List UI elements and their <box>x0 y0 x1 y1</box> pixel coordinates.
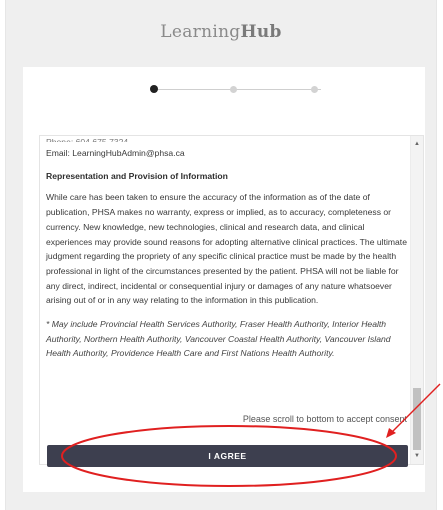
learninghub-logo: LearningHub <box>6 22 436 42</box>
scroll-down-arrow-icon[interactable]: ▼ <box>411 450 423 462</box>
step-3-dot <box>311 86 318 93</box>
scroll-instruction: Please scroll to bottom to accept consen… <box>242 414 407 424</box>
disclaimer-paragraph: While care has been taken to ensure the … <box>46 192 407 306</box>
consent-page: LearningHub Phone: 604 675 7324 Email: L… <box>5 0 437 510</box>
scrollbar-thumb[interactable] <box>413 388 421 450</box>
step-indicator <box>23 83 425 97</box>
partial-contact-line: Phone: 604 675 7324 <box>46 137 129 142</box>
step-2-dot <box>230 86 237 93</box>
section-heading: Representation and Provision of Informat… <box>46 170 228 181</box>
contact-email: Email: LearningHubAdmin@phsa.ca <box>46 148 185 158</box>
vertical-scrollbar[interactable]: ▲ ▼ <box>410 136 423 464</box>
scroll-up-arrow-icon[interactable]: ▲ <box>411 138 423 150</box>
step-1-dot <box>150 85 158 93</box>
logo-learning: Learning <box>160 22 241 42</box>
consent-text: Phone: 604 675 7324 Email: LearningHubAd… <box>46 136 408 361</box>
logo-hub: Hub <box>240 22 282 42</box>
i-agree-button[interactable]: I AGREE <box>47 445 408 467</box>
consent-card: Phone: 604 675 7324 Email: LearningHubAd… <box>23 67 425 492</box>
authority-footnote: * May include Provincial Health Services… <box>46 319 391 359</box>
